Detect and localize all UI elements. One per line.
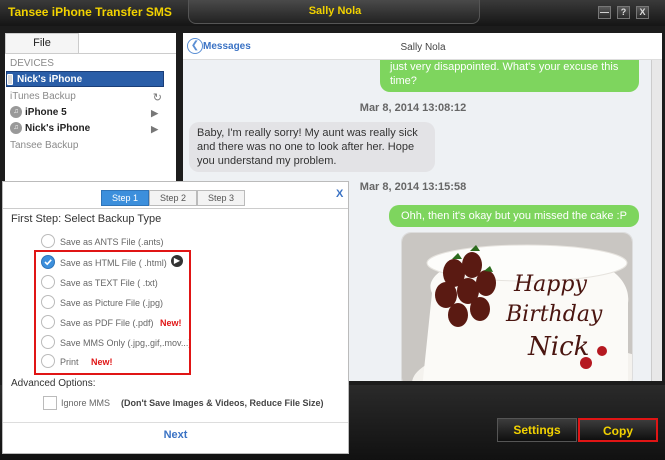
- dialog-heading: First Step: Select Backup Type: [11, 213, 162, 225]
- message-bubble-incoming: Baby, I'm really sorry! My aunt was real…: [189, 122, 435, 172]
- backup-type-dialog: Step 1 Step 2 Step 3 X First Step: Selec…: [2, 181, 349, 454]
- itunes-icon: ♫: [10, 122, 22, 135]
- itunes-item-iphone-5[interactable]: ♫ iPhone 5 ▶: [10, 105, 158, 121]
- tab-step-2[interactable]: Step 2: [149, 190, 197, 206]
- itunes-icon: ♫: [10, 106, 22, 119]
- itunes-item-nicks-iphone[interactable]: ♫ Nick's iPhone ▶: [10, 121, 158, 137]
- itunes-item-label: Nick's iPhone: [25, 123, 91, 134]
- cake-text-nick: Nick: [527, 332, 589, 362]
- tab-step-3[interactable]: Step 3: [197, 190, 245, 206]
- phone-icon: [7, 73, 13, 85]
- chat-header: ❮ Messages Sally Nola: [183, 33, 662, 60]
- refresh-icon[interactable]: ↻: [153, 91, 162, 104]
- contact-name: Sally Nola: [308, 5, 362, 17]
- device-label: Nick's iPhone: [17, 74, 83, 85]
- ignore-mms-label: Ignore MMS: [61, 398, 111, 408]
- cake-text-happy: Happy: [513, 272, 587, 297]
- section-devices: DEVICES: [10, 58, 54, 69]
- minimize-button[interactable]: —: [598, 6, 611, 19]
- help-button[interactable]: ?: [617, 6, 630, 19]
- mms-image-birthday-cake[interactable]: Happy Birthday Nick: [401, 232, 633, 381]
- radio-button[interactable]: [41, 234, 55, 248]
- close-button[interactable]: X: [636, 6, 649, 19]
- message-bubble-outgoing: Ohh, then it's okay but you missed the c…: [389, 205, 639, 227]
- app-title: Tansee iPhone Transfer SMS: [8, 5, 172, 19]
- highlight-box: [34, 250, 191, 375]
- divider: [3, 208, 348, 209]
- copy-button[interactable]: Copy: [578, 418, 658, 442]
- dialog-close-button[interactable]: X: [336, 188, 343, 200]
- contact-tab: Sally Nola: [188, 0, 480, 24]
- tab-step-1[interactable]: Step 1: [101, 190, 149, 206]
- chat-contact-name: Sally Nola: [400, 42, 446, 53]
- ignore-mms-description: (Don't Save Images & Videos, Reduce File…: [121, 398, 324, 408]
- option-label: Save as ANTS File (.ants): [60, 237, 164, 247]
- section-itunes-label: iTunes Backup: [10, 91, 76, 102]
- back-to-messages-link[interactable]: Messages: [203, 41, 251, 52]
- expand-arrow-icon[interactable]: ▶: [151, 121, 158, 137]
- ignore-mms-checkbox[interactable]: [43, 396, 57, 410]
- device-item-nicks-iphone[interactable]: Nick's iPhone: [6, 71, 164, 87]
- next-button[interactable]: Next: [3, 429, 348, 441]
- section-itunes-backup: iTunes Backup ↻: [10, 91, 162, 104]
- file-tab[interactable]: File: [5, 33, 79, 53]
- section-tansee-backup: Tansee Backup: [10, 140, 79, 151]
- expand-arrow-icon[interactable]: ▶: [151, 105, 158, 121]
- cake-text-birthday: Birthday: [505, 302, 603, 327]
- timestamp: Mar 8, 2014 13:08:12: [359, 102, 467, 114]
- settings-button[interactable]: Settings: [497, 418, 577, 442]
- back-chevron-icon[interactable]: ❮: [187, 38, 203, 54]
- cake-image: Happy Birthday Nick: [402, 233, 632, 381]
- divider: [3, 422, 348, 423]
- itunes-item-label: iPhone 5: [25, 107, 67, 118]
- message-bubble-outgoing: just very disappointed. What's your excu…: [380, 60, 639, 92]
- chat-scrollbar[interactable]: [651, 60, 662, 381]
- advanced-options-label: Advanced Options:: [11, 378, 96, 389]
